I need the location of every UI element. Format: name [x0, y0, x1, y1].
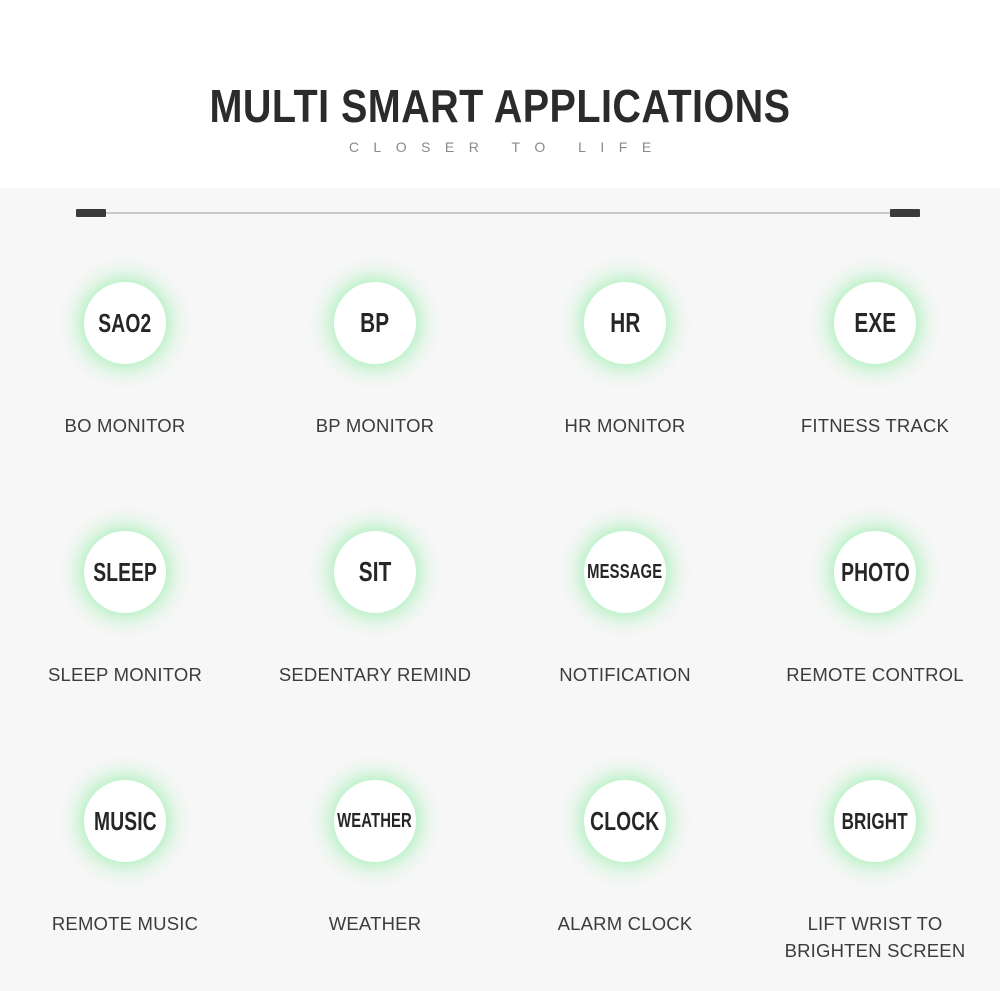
feature-item[interactable]: HR HR MONITOR [500, 245, 750, 494]
feature-icon[interactable]: SAO2 [59, 257, 191, 389]
bp-icon[interactable]: BP [334, 282, 416, 364]
exe-icon[interactable]: EXE [834, 282, 916, 364]
feature-icon[interactable]: SIT [309, 506, 441, 638]
divider-cap-right [890, 209, 920, 217]
sleep-icon[interactable]: SLEEP [84, 531, 166, 613]
feature-icon[interactable]: EXE [809, 257, 941, 389]
feature-label: ALARM CLOCK [557, 913, 693, 934]
feature-label: FITNESS TRACK [800, 415, 950, 436]
feature-icon[interactable]: MUSIC [59, 755, 191, 887]
feature-item[interactable]: SLEEP SLEEP MONITOR [0, 494, 250, 743]
feature-item[interactable]: EXE FITNESS TRACK [750, 245, 1000, 494]
feature-icon[interactable]: WEATHER [309, 755, 441, 887]
music-icon[interactable]: MUSIC [84, 780, 166, 862]
feature-item[interactable]: CLOCK ALARM CLOCK [500, 743, 750, 991]
icon-text: MUSIC [93, 806, 157, 836]
icon-text: MESSAGE [587, 561, 663, 583]
bright-icon[interactable]: BRIGHT [834, 780, 916, 862]
feature-row: SAO2 BO MONITOR BP BP MONITOR HR HR MONITOR EX… [0, 245, 1000, 494]
icon-text: HR [609, 307, 641, 338]
section-divider [76, 209, 920, 218]
message-icon[interactable]: MESSAGE [584, 531, 666, 613]
weather-icon[interactable]: WEATHER [334, 780, 416, 862]
clock-icon[interactable]: CLOCK [584, 780, 666, 862]
feature-icon[interactable]: MESSAGE [559, 506, 691, 638]
icon-text: CLOCK [590, 806, 660, 836]
feature-item[interactable]: SIT SEDENTARY REMIND [250, 494, 500, 743]
icon-text: SLEEP [93, 557, 157, 587]
sit-icon[interactable]: SIT [334, 531, 416, 613]
feature-label: BO MONITOR [64, 415, 186, 436]
feature-grid: SAO2 BO MONITOR BP BP MONITOR HR HR MONITOR EX… [0, 245, 1000, 991]
feature-item[interactable]: SAO2 BO MONITOR [0, 245, 250, 494]
feature-icon[interactable]: CLOCK [559, 755, 691, 887]
feature-label: REMOTE MUSIC [51, 913, 199, 934]
feature-icon[interactable]: BRIGHT [809, 755, 941, 887]
icon-text: BP [360, 307, 390, 338]
divider-cap-left [76, 209, 106, 217]
page-title: MULTI SMART APPLICATIONS [209, 80, 791, 132]
feature-item[interactable]: MUSIC REMOTE MUSIC [0, 743, 250, 991]
icon-text: EXE [854, 307, 896, 338]
feature-label: LIFT WRIST TO BRIGHTEN SCREEN [784, 913, 966, 961]
feature-row: SLEEP SLEEP MONITOR SIT SEDENTARY REMIND MES… [0, 494, 1000, 743]
divider-line [76, 212, 920, 214]
sao2-icon[interactable]: SAO2 [84, 282, 166, 364]
feature-label: NOTIFICATION [559, 664, 691, 685]
feature-label: WEATHER [328, 913, 422, 934]
feature-item[interactable]: PHOTO REMOTE CONTROL [750, 494, 1000, 743]
header-band: MULTI SMART APPLICATIONS CLOSER TO LIFE [0, 0, 1000, 188]
feature-row: MUSIC REMOTE MUSIC WEATHER WEATHER CLOCK ALAR… [0, 743, 1000, 991]
icon-text: PHOTO [840, 557, 910, 587]
feature-icon[interactable]: SLEEP [59, 506, 191, 638]
feature-label: REMOTE CONTROL [786, 664, 964, 685]
icon-text: WEATHER [337, 810, 413, 832]
feature-icon[interactable]: PHOTO [809, 506, 941, 638]
feature-item[interactable]: BRIGHT LIFT WRIST TO BRIGHTEN SCREEN [750, 743, 1000, 991]
feature-item[interactable]: MESSAGE NOTIFICATION [500, 494, 750, 743]
icon-text: BRIGHT [841, 807, 909, 834]
feature-icon[interactable]: HR [559, 257, 691, 389]
page-subtitle: CLOSER TO LIFE [348, 139, 666, 155]
feature-icon[interactable]: BP [309, 257, 441, 389]
feature-item[interactable]: BP BP MONITOR [250, 245, 500, 494]
photo-icon[interactable]: PHOTO [834, 531, 916, 613]
feature-label: SEDENTARY REMIND [278, 664, 472, 685]
feature-label: SLEEP MONITOR [47, 664, 203, 685]
feature-item[interactable]: WEATHER WEATHER [250, 743, 500, 991]
feature-label: BP MONITOR [315, 415, 435, 436]
icon-text: SAO2 [98, 308, 152, 338]
icon-text: SIT [358, 556, 392, 587]
feature-label: HR MONITOR [564, 415, 686, 436]
hr-icon[interactable]: HR [584, 282, 666, 364]
multi-smart-applications-page: MULTI SMART APPLICATIONS CLOSER TO LIFE … [0, 0, 1000, 991]
